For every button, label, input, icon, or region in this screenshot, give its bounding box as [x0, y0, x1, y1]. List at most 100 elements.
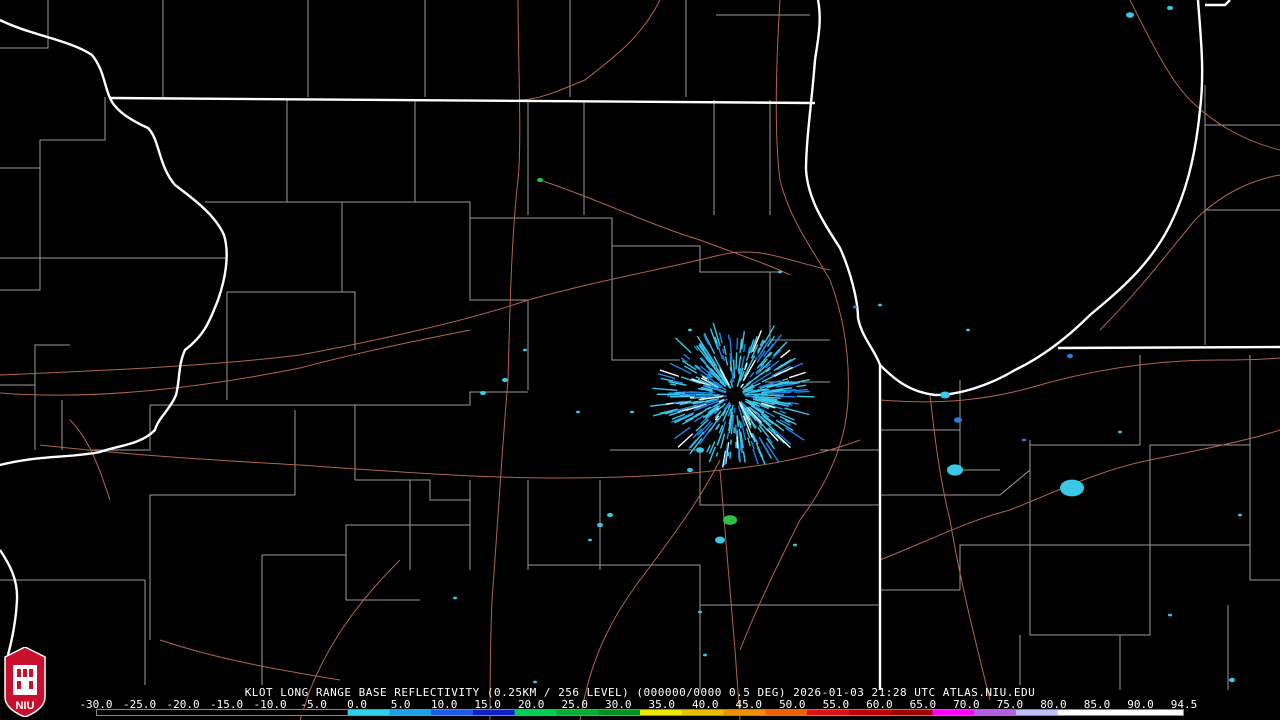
echo-cell: [687, 467, 693, 473]
echo-streak: [788, 383, 794, 386]
colorbar-segment: [848, 710, 892, 715]
echo-cell: [588, 538, 592, 542]
echo-cell: [715, 536, 725, 544]
echo-streak: [724, 356, 729, 366]
colorbar-segment: [347, 710, 390, 715]
echo-cell: [1067, 353, 1073, 359]
colorbar-segment: [932, 710, 975, 715]
echo-streak: [739, 443, 742, 451]
echo-streak: [727, 412, 731, 417]
echo-streak: [754, 356, 758, 362]
colorbar-segment: [640, 710, 683, 715]
echo-cell: [1060, 479, 1084, 497]
echo-streak: [760, 389, 766, 392]
echo-streak: [652, 387, 678, 392]
state-borders: [0, 0, 1280, 690]
echo-cell: [1126, 12, 1134, 18]
colorbar-segment: [305, 710, 349, 715]
echo-cell: [533, 680, 537, 684]
echo-streak: [722, 354, 726, 362]
colorbar-segment: [97, 710, 140, 715]
echo-cell: [698, 610, 702, 614]
echo-streak: [781, 378, 789, 382]
echo-streak: [779, 410, 787, 414]
echo-streak: [735, 352, 738, 370]
colorbar-segment: [556, 710, 599, 715]
echo-cell: [597, 522, 603, 528]
colorbar-segment: [264, 710, 307, 715]
echo-cell: [1238, 513, 1242, 517]
echo-cell: [703, 653, 707, 657]
echo-streak: [752, 448, 759, 465]
echo-cell: [502, 377, 508, 383]
colorbar-segment: [389, 710, 432, 715]
colorbar-segment: [598, 710, 641, 715]
echo-cell: [607, 512, 613, 518]
echo-streak: [683, 353, 691, 360]
echo-streak: [670, 383, 677, 386]
echo-streak: [794, 390, 810, 393]
svg-text:NIU: NIU: [16, 700, 35, 712]
colorbar-segment: [1057, 710, 1100, 715]
echo-streak: [749, 372, 755, 378]
echo-cell: [523, 348, 527, 352]
echo-streak: [709, 328, 719, 350]
colorbar-segment: [807, 710, 850, 715]
echo-streak: [737, 452, 740, 461]
echo-streak: [784, 407, 810, 416]
echo-cell: [688, 328, 692, 332]
echo-cell: [630, 410, 634, 414]
echo-cell: [853, 305, 857, 309]
echo-cell: [576, 410, 580, 414]
echo-streak: [693, 395, 706, 398]
echo-cell: [878, 303, 882, 307]
echo-streak: [736, 337, 739, 350]
echo-streak: [736, 418, 739, 426]
echo-cell: [1168, 613, 1172, 617]
echo-streak: [774, 395, 796, 398]
echo-cell: [1167, 5, 1173, 11]
colorbar-segment: [890, 710, 933, 715]
echo-streak: [780, 349, 791, 359]
echo-streak: [788, 371, 806, 379]
colorbar-segment: [472, 710, 516, 715]
echo-streak: [708, 390, 715, 394]
colorbar-segment: [431, 710, 474, 715]
colorbar-segment: [138, 710, 182, 715]
echo-streak: [784, 427, 805, 441]
reflectivity-colorbar: [96, 709, 1184, 716]
echo-cell: [1118, 430, 1122, 434]
colorbar-segment: [723, 710, 766, 715]
echo-cell: [966, 328, 970, 332]
echo-streak: [742, 451, 746, 463]
colorbar-segment: [765, 710, 808, 715]
colorbar-segment: [514, 710, 557, 715]
colorbar-segment: [1015, 710, 1059, 715]
echo-cell: [940, 391, 950, 399]
echo-streak: [742, 360, 756, 382]
echo-streak: [776, 433, 791, 449]
echo-streak: [695, 376, 701, 380]
echo-streak: [677, 433, 694, 448]
radar-echoes: [453, 5, 1242, 684]
echo-streak: [708, 446, 716, 463]
echo-streak: [750, 440, 755, 450]
echo-streak: [726, 432, 730, 440]
colorbar-segment: [1099, 710, 1142, 715]
echo-cell: [537, 177, 543, 183]
echo-cell: [723, 515, 737, 525]
colorbar-segment: [222, 710, 265, 715]
echo-cell: [1022, 438, 1026, 442]
echo-streak: [755, 439, 759, 445]
echo-streak: [694, 409, 707, 417]
colorbar-segment: [681, 710, 725, 715]
echo-streak: [740, 383, 744, 388]
echo-streak: [715, 452, 719, 457]
echo-streak: [738, 420, 742, 429]
echo-streak: [732, 359, 736, 379]
echo-cell: [954, 417, 962, 423]
echo-streak: [718, 332, 723, 344]
echo-streak: [747, 437, 751, 447]
echo-streak: [771, 349, 782, 360]
echo-cell: [947, 464, 963, 476]
